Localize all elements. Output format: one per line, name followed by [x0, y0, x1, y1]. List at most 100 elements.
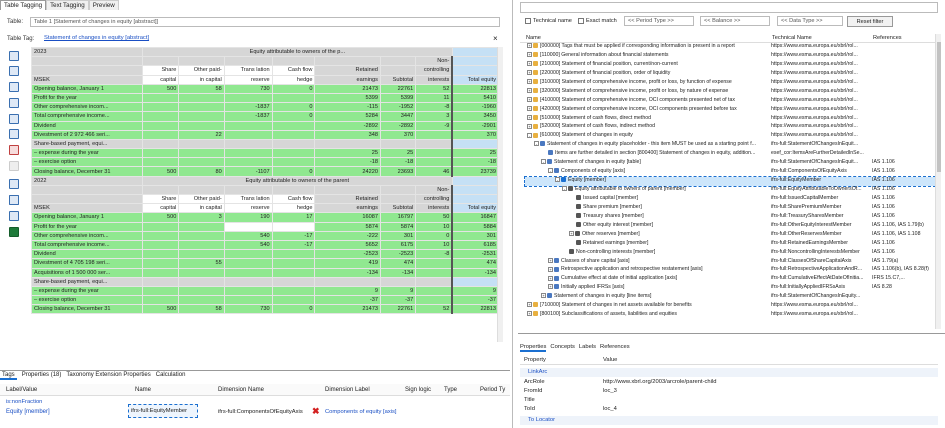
tree-expander-icon[interactable]: + [548, 275, 553, 281]
grid-cell[interactable]: 301 [451, 230, 500, 241]
grid-cell[interactable] [141, 102, 180, 113]
grid-cell[interactable] [271, 56, 316, 67]
grid-cell[interactable] [415, 295, 453, 306]
grid-cell[interactable]: 5874 [379, 221, 417, 232]
tab-table-tagging[interactable]: Table Tagging [0, 0, 47, 10]
grid-cell[interactable]: 0 [271, 102, 316, 113]
tree-item[interactable]: + Classes of share capital [axis] ifrs-ful… [525, 258, 935, 267]
grid-cell[interactable] [178, 295, 225, 306]
tree-expander-icon[interactable]: + [527, 78, 532, 84]
grid-scrollbar[interactable] [497, 47, 503, 342]
tag-name-field[interactable]: ifrs-full:EquityMember [128, 404, 198, 418]
tree-item[interactable]: + [110000] General information about fina… [525, 52, 935, 61]
grid-cell[interactable] [223, 120, 273, 131]
tree-item[interactable]: + [410000] Statement of comprehensive inc… [525, 97, 935, 106]
grid-cell[interactable] [178, 221, 225, 232]
grid-cell[interactable]: 16087 [314, 212, 381, 223]
grid-cell[interactable] [451, 276, 500, 287]
grid-cell[interactable] [178, 285, 225, 297]
tree-item[interactable]: + [710000] Statement of changes in net as… [525, 302, 935, 311]
tag-label-value[interactable]: Equity [member] [6, 409, 50, 415]
grid-cell[interactable]: 370 [379, 129, 417, 140]
grid-cell[interactable]: 46 [415, 166, 453, 177]
grid-cell[interactable] [271, 258, 316, 269]
grid-cell[interactable]: -115 [314, 102, 381, 113]
insert-table-icon[interactable] [9, 82, 19, 92]
tree-expander-icon[interactable]: + [527, 96, 532, 102]
grid-cell[interactable] [141, 258, 180, 269]
tree-expander-icon[interactable]: + [527, 123, 532, 129]
tree-item[interactable]: + [800100] Subclassifications of assets, … [525, 311, 935, 320]
grid-cell[interactable]: 22761 [379, 304, 417, 315]
tree-item[interactable]: + [210000] Statement of financial positio… [525, 61, 935, 70]
grid-cell[interactable] [141, 111, 180, 122]
grid-cell[interactable]: 0 [271, 83, 316, 94]
grid-cell[interactable]: 730 [223, 304, 273, 315]
grid-cell[interactable]: 22 [178, 129, 225, 140]
grid-cell[interactable] [141, 230, 180, 241]
grid-cell[interactable] [314, 276, 381, 287]
grid-cell[interactable]: 58 [178, 83, 225, 94]
grid-cell[interactable] [271, 157, 316, 168]
prop-value[interactable]: http://www.xbrl.org/2003/arcrole/parent-… [603, 379, 716, 385]
tree-item[interactable]: + [220000] Statement of financial positio… [525, 70, 935, 79]
tree-expander-icon[interactable]: - [534, 141, 539, 147]
grid-cell[interactable]: -9 [415, 120, 453, 131]
excel-icon[interactable] [9, 227, 19, 237]
grid-cell[interactable]: 5410 [451, 92, 500, 104]
tree-item[interactable]: - [610000] Statement of changes in equity… [525, 132, 935, 141]
grid-cell[interactable] [271, 120, 316, 131]
tree-item[interactable]: Non-controlling interests [member] ifrs-f… [525, 249, 935, 258]
grid-cell[interactable]: 21473 [314, 83, 381, 94]
grid-cell[interactable]: 419 [314, 258, 381, 269]
grid-cell[interactable] [223, 276, 273, 287]
grid-cell[interactable]: 9 [379, 285, 417, 297]
grid-cell[interactable]: 17 [271, 212, 316, 223]
grid-cell[interactable] [178, 138, 225, 150]
tree-expander-icon[interactable]: + [548, 257, 553, 263]
grid-cell[interactable] [415, 157, 453, 168]
tree-item[interactable]: + Statement of changes in equity [line it… [525, 293, 935, 302]
table-tag-link[interactable]: Statement of changes in equity [abstract… [44, 35, 149, 41]
tree-expander-icon[interactable]: + [548, 284, 553, 290]
grid-cell[interactable]: -18 [451, 157, 500, 168]
copy-table-icon[interactable] [9, 98, 19, 108]
balance-select[interactable]: << Balance >> [700, 16, 770, 26]
tab-properties[interactable]: Properties (18) [22, 372, 62, 380]
grid-cell[interactable]: 3 [415, 111, 453, 122]
grid-cell[interactable] [223, 258, 273, 269]
grid-cell[interactable]: -134 [314, 267, 381, 278]
grid-cell[interactable]: 58 [178, 304, 225, 315]
grid-cell[interactable] [178, 102, 225, 113]
tree-expander-icon[interactable]: + [569, 230, 574, 236]
grid-cell[interactable]: 370 [451, 129, 500, 140]
grid-cell[interactable]: 3450 [451, 111, 500, 122]
exact-match-filter[interactable]: Exact match [578, 18, 617, 24]
grid-cell[interactable]: 3 [178, 212, 225, 223]
tree-expander-icon[interactable]: + [527, 61, 532, 66]
grid-cell[interactable]: -1952 [379, 102, 417, 113]
grid-cell[interactable]: -134 [379, 267, 417, 278]
tree-item[interactable]: + Initially applied IFRSs [axis] ifrs-full… [525, 284, 935, 293]
grid-cell[interactable]: 0 [415, 230, 453, 241]
grid-cell[interactable] [141, 157, 180, 168]
grid-cell[interactable]: 10 [415, 239, 453, 251]
grid-cell[interactable] [271, 184, 316, 196]
prop-value[interactable]: loc_3 [603, 388, 617, 394]
grid-cell[interactable] [223, 157, 273, 168]
grid-cell[interactable]: 52 [415, 304, 453, 315]
tree-item[interactable]: + [000000] Tags that must be applied if c… [525, 43, 935, 52]
grid-cell[interactable]: 5652 [314, 239, 381, 251]
grid-cell[interactable] [223, 285, 273, 297]
grid-cell[interactable]: -37 [451, 295, 500, 306]
add-column-icon[interactable] [9, 66, 19, 76]
tab-references[interactable]: References [600, 344, 630, 352]
grid-cell[interactable]: 6185 [451, 239, 500, 251]
tab-taxonomy-extension[interactable]: Taxonomy Extension Properties [66, 372, 150, 380]
grid-cell[interactable]: 190 [223, 212, 273, 223]
grid-cell[interactable] [271, 295, 316, 306]
grid-cell[interactable]: 0 [271, 166, 316, 177]
grid-cell[interactable]: 500 [141, 166, 180, 177]
tree-item[interactable]: Other equity interest [member] ifrs-full:… [525, 222, 935, 231]
grid-cell[interactable]: 9 [314, 285, 381, 297]
